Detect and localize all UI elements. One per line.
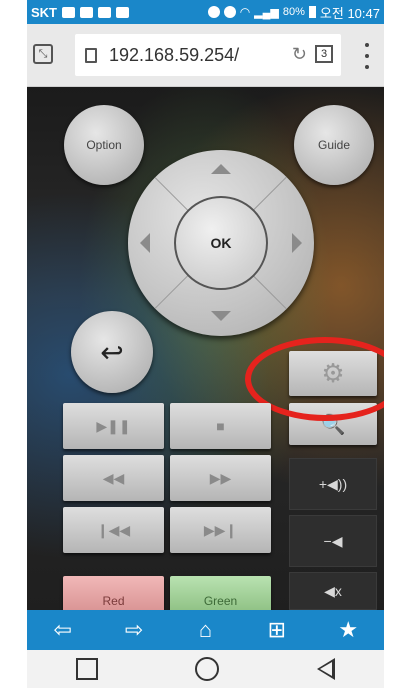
- rewind-button[interactable]: ◀◀: [63, 455, 164, 501]
- dpad-right-button[interactable]: [292, 233, 302, 253]
- chat-icon: [116, 6, 129, 18]
- status-bar: SKT ◠ ▂▄▆ 80% 오전 10:47: [27, 0, 384, 24]
- minimize-icon[interactable]: ⤡: [33, 44, 53, 64]
- url-field[interactable]: 192.168.59.254/ ↻ 3: [75, 34, 341, 76]
- option-button[interactable]: Option: [64, 105, 144, 185]
- clock: 오전 10:47: [319, 5, 380, 21]
- overflow-menu-icon[interactable]: [354, 43, 380, 69]
- return-icon: ↩: [100, 336, 124, 368]
- phone-screen: SKT ◠ ▂▄▆ 80% 오전 10:47 ⤡ 192.168.59.254/…: [27, 0, 384, 688]
- reload-icon[interactable]: ↻: [292, 44, 307, 65]
- page-icon: [85, 47, 97, 63]
- battery-percent: 80%: [282, 6, 305, 18]
- dpad-left-button[interactable]: [140, 233, 150, 253]
- carrier-label: SKT: [31, 4, 57, 20]
- message-icon: [62, 6, 75, 18]
- previous-button[interactable]: ❙◀◀: [63, 507, 164, 553]
- volume-down-icon: −◀: [323, 532, 343, 549]
- guide-button[interactable]: Guide: [294, 105, 374, 185]
- dpad-up-button[interactable]: [211, 164, 231, 174]
- volume-down-button[interactable]: −◀: [289, 515, 377, 567]
- mute-button[interactable]: ◀x: [289, 572, 377, 610]
- url-text: 192.168.59.254/: [109, 44, 240, 65]
- left-gutter: [0, 0, 27, 688]
- tab-count-button[interactable]: 3: [315, 45, 333, 63]
- system-nav-bar: [27, 650, 384, 688]
- ok-button[interactable]: OK: [174, 196, 268, 290]
- rewind-icon: ◀◀: [102, 469, 125, 486]
- wifi-icon: ◠: [239, 5, 251, 19]
- green-button[interactable]: Green: [170, 576, 271, 610]
- play-pause-icon: ▶❚❚: [96, 417, 131, 434]
- back-triangle-icon[interactable]: [317, 658, 336, 680]
- bluetooth-icon: [207, 6, 220, 18]
- stop-icon: ■: [216, 418, 225, 434]
- stop-button[interactable]: ■: [170, 403, 271, 449]
- skip-previous-icon: ❙◀◀: [96, 521, 131, 538]
- skip-next-icon: ▶▶❙: [203, 521, 238, 538]
- gallery-icon: [80, 6, 93, 18]
- volume-up-button[interactable]: +◀)): [289, 458, 377, 510]
- mute-icon: ◀x: [324, 582, 342, 599]
- recent-apps-icon[interactable]: [75, 658, 98, 680]
- browser-url-bar: ⤡ 192.168.59.254/ ↻ 3: [27, 24, 384, 87]
- new-tab-icon[interactable]: ⊞: [257, 610, 297, 650]
- volume-up-icon: +◀)): [318, 475, 348, 492]
- remote-control-panel: Option Guide OK ↩ ⚙ 🔍 +◀)) −◀ ◀x ▶❚❚ ■ ◀…: [27, 87, 384, 610]
- signal-icon: ▂▄▆: [254, 6, 279, 19]
- home-icon[interactable]: ⌂: [185, 610, 225, 650]
- fast-forward-icon: ▶▶: [209, 469, 232, 486]
- screen: SKT ◠ ▂▄▆ 80% 오전 10:47 ⤡ 192.168.59.254/…: [0, 0, 412, 688]
- back-arrow-icon[interactable]: ⇦: [43, 610, 83, 650]
- fast-forward-button[interactable]: ▶▶: [170, 455, 271, 501]
- home-circle-icon[interactable]: [195, 657, 220, 681]
- app-icon: [98, 6, 111, 18]
- next-button[interactable]: ▶▶❙: [170, 507, 271, 553]
- battery-icon: [308, 6, 316, 18]
- red-button[interactable]: Red: [63, 576, 164, 610]
- right-gutter: [385, 0, 412, 688]
- forward-arrow-icon[interactable]: ⇨: [114, 610, 154, 650]
- dpad-down-button[interactable]: [211, 311, 231, 321]
- bookmark-icon[interactable]: ★: [328, 610, 368, 650]
- back-button[interactable]: ↩: [71, 311, 153, 393]
- browser-toolbar: ⇦ ⇨ ⌂ ⊞ ★: [27, 610, 384, 650]
- dpad: OK: [128, 150, 314, 336]
- play-pause-button[interactable]: ▶❚❚: [63, 403, 164, 449]
- alarm-icon: [223, 6, 236, 18]
